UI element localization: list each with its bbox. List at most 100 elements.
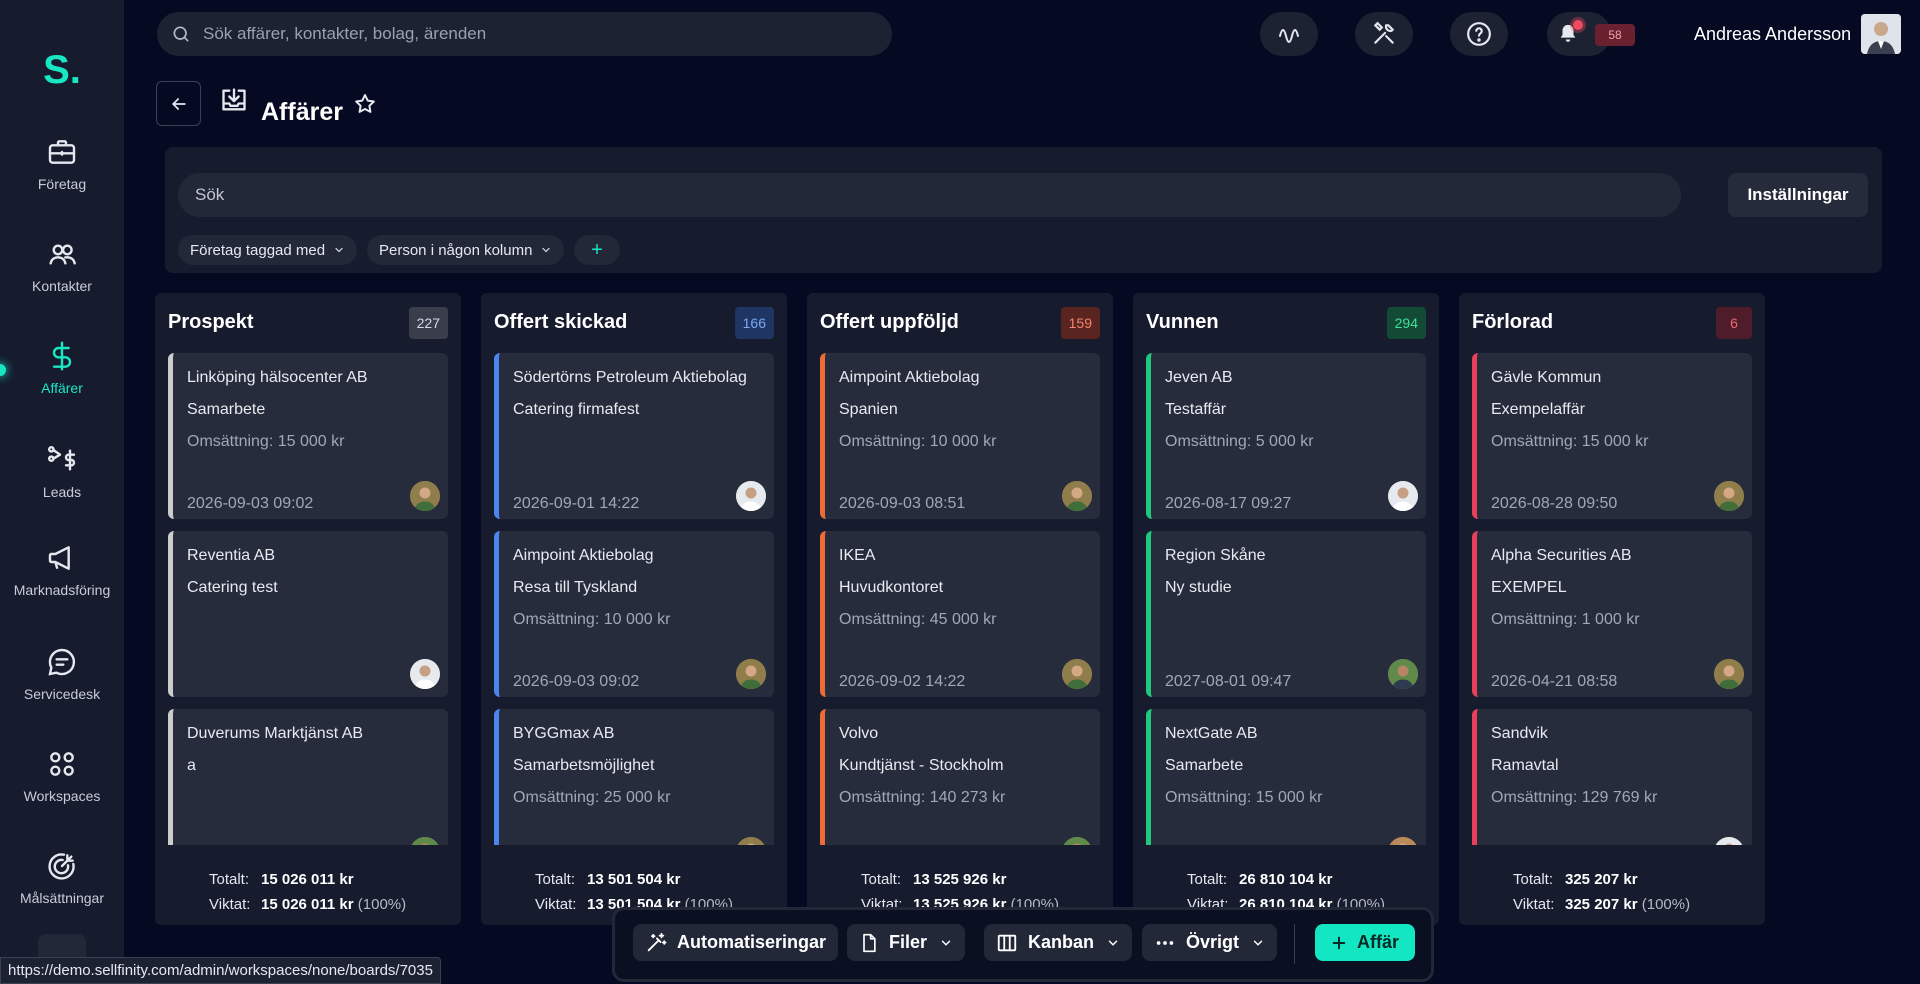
deal-card[interactable]: Alpha Securities AB EXEMPEL Omsättning: 1 … (1472, 531, 1752, 697)
sidebar-item-affarer[interactable]: Affärer (0, 340, 124, 396)
owner-avatar[interactable] (736, 659, 766, 689)
filter-chip-label: Företag taggad med (190, 241, 326, 259)
owner-avatar[interactable] (1062, 837, 1092, 845)
owner-avatar[interactable] (736, 481, 766, 511)
sidebar-item-leads[interactable]: Leads (0, 444, 124, 500)
person-photo-icon (1714, 837, 1744, 845)
deal-card[interactable]: Gävle Kommun Exempelaffär Omsättning: 15 0… (1472, 353, 1752, 519)
weighted-percent: (100%) (1641, 896, 1691, 913)
deal-card[interactable]: Sandvik Ramavtal Omsättning: 129 769 kr (1472, 709, 1752, 845)
owner-avatar[interactable] (1062, 659, 1092, 689)
sidebar-item-kontakter[interactable]: Kontakter (0, 238, 124, 294)
owner-avatar[interactable] (1388, 481, 1418, 511)
filter-chip-person[interactable]: Person i någon kolumn (367, 235, 565, 265)
deal-card[interactable]: IKEA Huvudkontoret Omsättning: 45 000 kr 20… (820, 531, 1100, 697)
card-list[interactable]: Södertörns Petroleum Aktiebolag Catering … (494, 353, 774, 845)
other-menu-button[interactable]: Övrigt (1142, 924, 1278, 961)
card-list[interactable]: Jeven AB Testaffär Omsättning: 5 000 kr 202… (1146, 353, 1426, 845)
user-name[interactable]: Andreas Andersson (1694, 24, 1851, 45)
deal-date: 2026-09-03 09:02 (513, 673, 640, 690)
activity-button[interactable] (1260, 12, 1318, 56)
total-value: 13 525 926 kr (913, 871, 1007, 888)
person-photo-icon (1714, 659, 1744, 689)
deal-card[interactable]: Reventia AB Catering test (168, 531, 448, 697)
deal-card[interactable]: BYGGmax AB Samarbetsmöjlighet Omsättning: … (494, 709, 774, 845)
sidebar-item-workspaces[interactable]: Workspaces (0, 748, 124, 804)
deal-value: Omsättning: 140 273 kr (839, 789, 1006, 806)
card-list[interactable]: Aimpoint Aktiebolag Spanien Omsättning: 10… (820, 353, 1100, 845)
column-count-badge: 294 (1386, 307, 1426, 339)
help-button[interactable] (1450, 12, 1508, 56)
owner-avatar[interactable] (410, 481, 440, 511)
global-search-input[interactable]: Sök affärer, kontakter, bolag, ärenden (157, 12, 892, 56)
owner-avatar[interactable] (1388, 659, 1418, 689)
favorite-star-icon[interactable] (353, 92, 377, 121)
person-photo-icon (410, 481, 440, 511)
sidebar-item-marknadsforing[interactable]: Marknadsföring (0, 542, 124, 598)
deal-date: 2026-08-28 09:50 (1491, 495, 1618, 512)
deal-card[interactable]: NextGate AB Samarbete Omsättning: 15 000 k… (1146, 709, 1426, 845)
magic-wand-icon (647, 932, 667, 951)
back-button[interactable] (156, 81, 201, 126)
notifications-button[interactable]: 58 (1547, 12, 1635, 56)
weighted-label: Viktat: (535, 896, 577, 913)
deal-card[interactable]: Linköping hälsocenter AB Samarbete Omsättn… (168, 353, 448, 519)
settings-button[interactable]: Inställningar (1728, 173, 1868, 217)
person-photo-icon (1062, 837, 1092, 845)
card-list[interactable]: Gävle Kommun Exempelaffär Omsättning: 15 0… (1472, 353, 1752, 845)
deal-date: 2026-08-17 09:27 (1165, 495, 1292, 512)
notification-count: 58 (1595, 24, 1635, 46)
owner-avatar[interactable] (1714, 481, 1744, 511)
add-filter-button[interactable]: + (574, 235, 620, 265)
deal-date: 2026-09-02 14:22 (839, 673, 966, 690)
deal-value: Omsättning: 45 000 kr (839, 611, 997, 628)
deal-card[interactable]: Södertörns Petroleum Aktiebolag Catering … (494, 353, 774, 519)
add-deal-button[interactable]: Affär (1315, 924, 1415, 961)
sidebar-item-label: Leads (42, 484, 82, 500)
deal-card[interactable]: Jeven AB Testaffär Omsättning: 5 000 kr 202… (1146, 353, 1426, 519)
weighted-percent: (100%) (357, 896, 407, 913)
owner-avatar[interactable] (410, 837, 440, 845)
chevron-down-icon (542, 247, 551, 253)
deal-date: 2026-04-21 08:58 (1491, 673, 1618, 690)
deal-value: Omsättning: 10 000 kr (839, 433, 997, 450)
tools-button[interactable] (1355, 12, 1413, 56)
view-mode-label: Kanban (1028, 932, 1095, 952)
app-logo[interactable]: S. (0, 48, 124, 93)
total-label: Totalt: (1187, 871, 1228, 888)
sidebar-item-label: Kontakter (32, 278, 92, 294)
add-deal-label: Affär (1356, 932, 1399, 952)
owner-avatar[interactable] (736, 837, 766, 845)
deal-name: a (187, 757, 196, 774)
deal-card[interactable]: Volvo Kundtjänst - Stockholm Omsättning: 1… (820, 709, 1100, 845)
deal-card[interactable]: Region Skåne Ny studie 2027-08-01 09:47 (1146, 531, 1426, 697)
leads-icon (48, 446, 76, 471)
deal-name: Samarbete (1165, 757, 1244, 774)
person-photo-icon (1861, 14, 1901, 54)
sidebar-item-malsattningar[interactable]: Målsättningar (0, 850, 124, 906)
card-list[interactable]: Linköping hälsocenter AB Samarbete Omsättn… (168, 353, 448, 845)
deal-company: IKEA (839, 547, 876, 564)
filter-chip-company-tag[interactable]: Företag taggad med (178, 235, 358, 265)
deal-card[interactable]: Aimpoint Aktiebolag Resa till Tyskland Oms… (494, 531, 774, 697)
sidebar-item-servicedesk[interactable]: Servicedesk (0, 646, 124, 702)
column-title: Förlorad (1472, 311, 1554, 333)
deal-card[interactable]: Duverums Marktjänst AB a (168, 709, 448, 845)
owner-avatar[interactable] (410, 659, 440, 689)
view-mode-button[interactable]: Kanban (984, 924, 1133, 961)
page-title: Affärer (261, 98, 343, 126)
sidebar-item-foretag[interactable]: Företag (0, 136, 124, 192)
automations-button[interactable]: Automatiseringar (633, 924, 839, 961)
board-search-input[interactable]: Sök (178, 173, 1681, 217)
files-button[interactable]: Filer (847, 924, 966, 961)
owner-avatar[interactable] (1062, 481, 1092, 511)
kanban-column: Förlorad 6 Gävle Kommun Exempelaffär Omsättn… (1459, 293, 1765, 925)
deal-card[interactable]: Aimpoint Aktiebolag Spanien Omsättning: 10… (820, 353, 1100, 519)
owner-avatar[interactable] (1714, 659, 1744, 689)
deal-date: 2026-09-03 08:51 (839, 495, 966, 512)
plus-icon (1332, 936, 1346, 949)
user-avatar[interactable] (1861, 14, 1901, 54)
owner-avatar[interactable] (1714, 837, 1744, 845)
deal-date: 2027-08-01 09:47 (1165, 673, 1292, 690)
owner-avatar[interactable] (1388, 837, 1418, 845)
